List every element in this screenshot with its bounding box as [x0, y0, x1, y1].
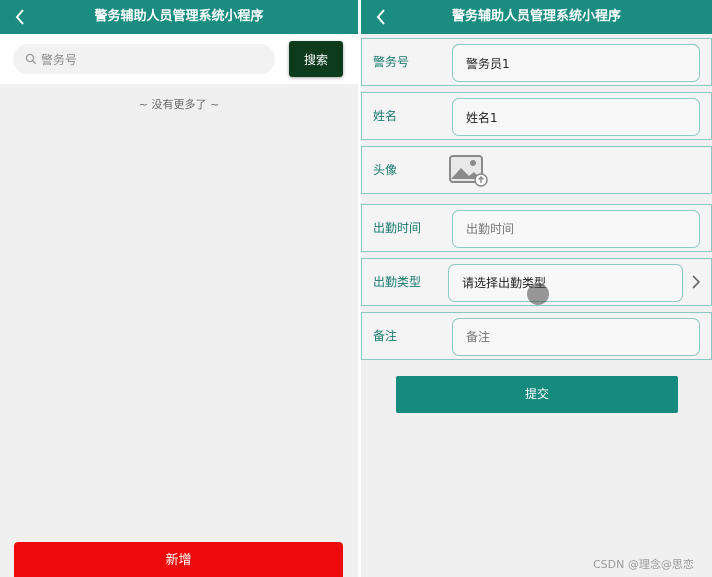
page-title: 警务辅助人员管理系统小程序	[451, 9, 621, 24]
no-more-text: ~ 没有更多了 ~	[138, 98, 220, 111]
remark-label: 备注	[373, 329, 398, 343]
watermark: CSDN @理念@思恋	[593, 558, 694, 571]
form-row-attendance-time: 出勤时间	[361, 204, 712, 252]
attendance-time-input[interactable]	[452, 210, 700, 248]
nav-bar: 警务辅助人员管理系统小程序	[0, 0, 358, 34]
search-bar: 警务号 搜索	[0, 34, 358, 84]
list-page: 警务辅助人员管理系统小程序 警务号 搜索 ~ 没有更多了 ~ 新增	[0, 0, 358, 577]
attendance-type-label: 出勤类型	[373, 275, 422, 289]
form-row-avatar: 头像	[361, 146, 712, 194]
submit-button[interactable]: 提交	[396, 376, 678, 413]
form-page: 警务辅助人员管理系统小程序 警务号 姓名 头像 出勤时间 出勤类型 请选择出勤类…	[361, 0, 712, 577]
search-input[interactable]: 警务号	[13, 44, 275, 74]
nav-bar: 警务辅助人员管理系统小程序	[361, 0, 712, 34]
form-row-name: 姓名	[361, 92, 712, 140]
name-input[interactable]	[452, 98, 700, 136]
search-icon	[25, 53, 37, 65]
touch-cursor	[527, 283, 549, 305]
police-no-input[interactable]	[452, 44, 700, 82]
name-label: 姓名	[373, 109, 398, 123]
image-upload-icon[interactable]	[448, 153, 488, 187]
police-no-label: 警务号	[373, 55, 410, 69]
chevron-right-icon[interactable]	[691, 275, 701, 289]
avatar-label: 头像	[373, 163, 398, 177]
attendance-type-select[interactable]: 请选择出勤类型	[448, 264, 683, 302]
form-row-police-no: 警务号	[361, 38, 712, 86]
attendance-time-label: 出勤时间	[373, 221, 422, 235]
add-button[interactable]: 新增	[14, 542, 343, 577]
remark-input[interactable]	[452, 318, 700, 356]
form-row-remark: 备注	[361, 312, 712, 360]
search-placeholder: 警务号	[41, 52, 78, 67]
search-button[interactable]: 搜索	[289, 41, 343, 77]
page-title: 警务辅助人员管理系统小程序	[94, 9, 264, 24]
